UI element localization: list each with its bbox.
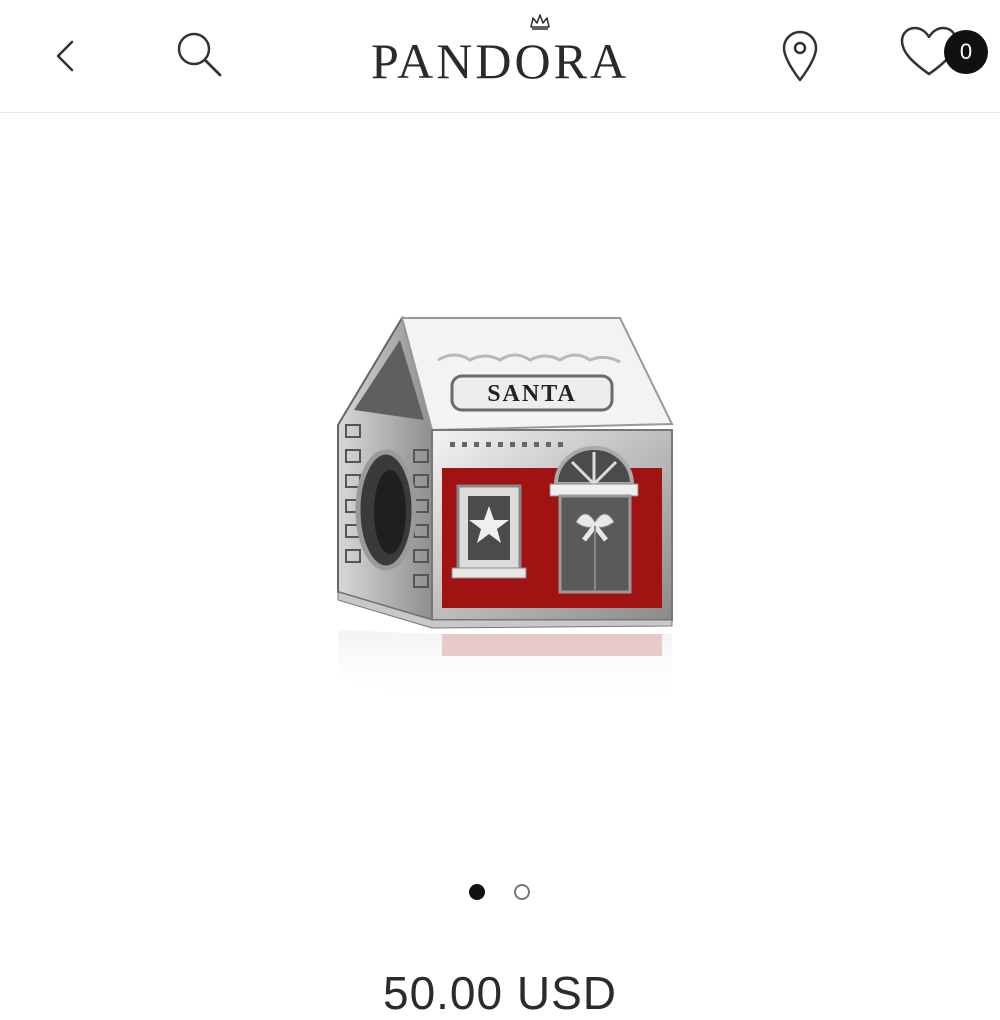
product-price: 50.00 USD — [382, 967, 617, 1019]
brand-name: PANDORA — [370, 33, 630, 89]
carousel-dot-2[interactable] — [514, 884, 530, 900]
top-header: PANDORA 0 — [0, 0, 1000, 113]
search-icon — [177, 32, 222, 77]
carousel-pagination — [0, 883, 1000, 903]
crown-icon — [530, 14, 550, 30]
engraving-text: SANTA — [487, 381, 577, 407]
search-button[interactable] — [162, 18, 238, 94]
store-locator-button[interactable] — [762, 18, 838, 94]
product-image[interactable]: SANTA — [320, 300, 690, 730]
wishlist-button[interactable]: 0 — [890, 18, 990, 94]
santa-house-charm-image: SANTA — [337, 315, 674, 704]
brand-logo[interactable]: PANDORA — [340, 10, 660, 100]
location-pin-icon — [782, 30, 818, 82]
carousel-dot-1-active[interactable] — [469, 884, 485, 900]
wishlist-count-badge: 0 — [944, 30, 988, 74]
chevron-left-icon — [56, 40, 74, 72]
back-button[interactable] — [28, 18, 104, 94]
